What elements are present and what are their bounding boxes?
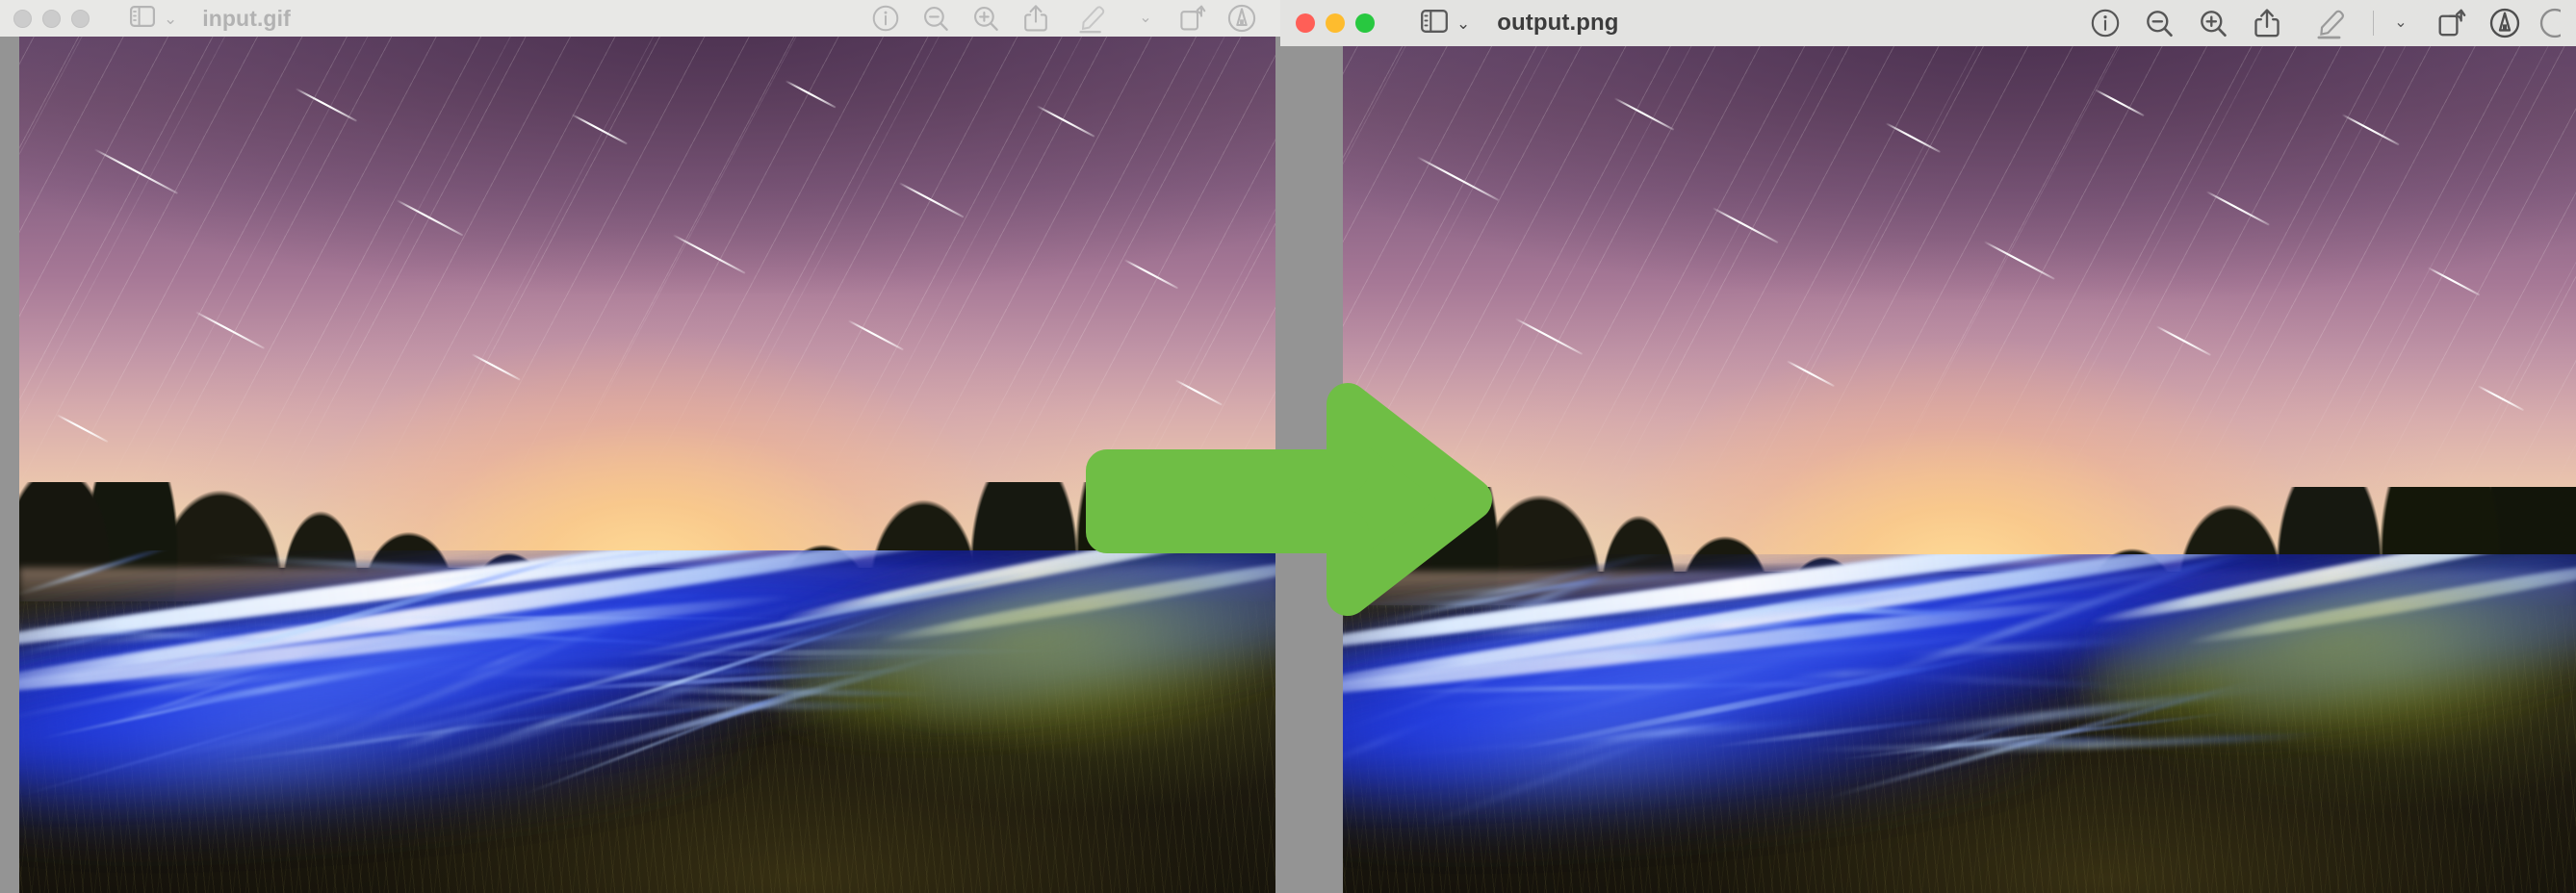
- share-button[interactable]: [2240, 0, 2294, 46]
- rotate-button[interactable]: [1167, 0, 1217, 37]
- close-button[interactable]: [1296, 13, 1315, 33]
- photo-output-png: [1343, 46, 2576, 893]
- zoom-in-button[interactable]: [961, 0, 1011, 37]
- share-icon: [2253, 8, 2281, 38]
- image-canvas-input-gif[interactable]: [0, 37, 1280, 893]
- pen-nib-circle-icon: [2539, 8, 2561, 38]
- sidebar-toggle-button[interactable]: ⌄: [130, 6, 177, 32]
- rotate-button[interactable]: [2424, 0, 2478, 46]
- titlebar-input-gif[interactable]: ⌄ input.gif ⌄: [0, 0, 1280, 37]
- rotate-icon: [2435, 8, 2466, 38]
- traffic-lights[interactable]: [1296, 13, 1375, 33]
- pen-nib-circle-icon: [1227, 4, 1256, 33]
- chevron-down-icon: ⌄: [2394, 15, 2407, 31]
- markup-options-button[interactable]: ⌄: [2378, 0, 2424, 46]
- toolbar-output-png[interactable]: ⌄: [2078, 0, 2561, 46]
- zoom-out-button[interactable]: [2132, 0, 2186, 46]
- info-button[interactable]: [2078, 0, 2132, 46]
- page-title: output.png: [1497, 10, 1618, 37]
- zoom-out-button[interactable]: [911, 0, 961, 37]
- zoom-in-button[interactable]: [2186, 0, 2240, 46]
- magnifier-minus-icon: [2145, 9, 2174, 38]
- maximize-button[interactable]: [1355, 13, 1375, 33]
- annotate-button[interactable]: [1217, 0, 1267, 37]
- chevron-down-icon: ⌄: [164, 11, 177, 27]
- more-button-clipped[interactable]: [2532, 0, 2561, 46]
- markup-button[interactable]: [2294, 0, 2369, 46]
- toolbar-divider: [2373, 11, 2374, 36]
- share-icon: [1022, 4, 1049, 33]
- minimize-button[interactable]: [42, 10, 61, 28]
- info-circle-icon: [872, 5, 899, 32]
- highlighter-pen-icon: [2314, 7, 2349, 39]
- photo-input-gif: [19, 37, 1275, 893]
- markup-options-button[interactable]: ⌄: [1124, 0, 1167, 37]
- close-button[interactable]: [13, 10, 32, 28]
- highlighter-pen-icon: [1076, 3, 1109, 34]
- chevron-down-icon: ⌄: [1456, 15, 1470, 32]
- markup-button[interactable]: [1061, 0, 1124, 37]
- traffic-lights[interactable]: [13, 10, 90, 28]
- titlebar-output-png[interactable]: ⌄ output.png ⌄: [1280, 0, 2576, 46]
- annotate-button[interactable]: [2478, 0, 2532, 46]
- magnifier-plus-icon: [972, 5, 999, 32]
- image-canvas-output-png[interactable]: [1280, 46, 2576, 893]
- minimize-button[interactable]: [1326, 13, 1345, 33]
- page-title: input.gif: [202, 6, 291, 32]
- photo-light-trails: [1343, 554, 2576, 893]
- magnifier-minus-icon: [922, 5, 949, 32]
- photo-light-trails: [19, 550, 1275, 893]
- sidebar-icon: [130, 6, 155, 32]
- light-trail-filament: [19, 550, 182, 598]
- info-circle-icon: [2091, 9, 2120, 38]
- toolbar-input-gif[interactable]: ⌄: [861, 0, 1267, 37]
- share-button[interactable]: [1011, 0, 1061, 37]
- window-input-gif[interactable]: ⌄ input.gif ⌄: [0, 0, 1280, 893]
- maximize-button[interactable]: [71, 10, 90, 28]
- sidebar-icon: [1421, 10, 1448, 38]
- window-output-png[interactable]: ⌄ output.png ⌄: [1280, 0, 2576, 893]
- info-button[interactable]: [861, 0, 911, 37]
- magnifier-plus-icon: [2199, 9, 2228, 38]
- rotate-icon: [1177, 4, 1206, 33]
- sidebar-toggle-button[interactable]: ⌄: [1421, 10, 1470, 38]
- pen-nib-circle-icon: [2489, 8, 2520, 38]
- chevron-down-icon: ⌄: [1139, 11, 1151, 26]
